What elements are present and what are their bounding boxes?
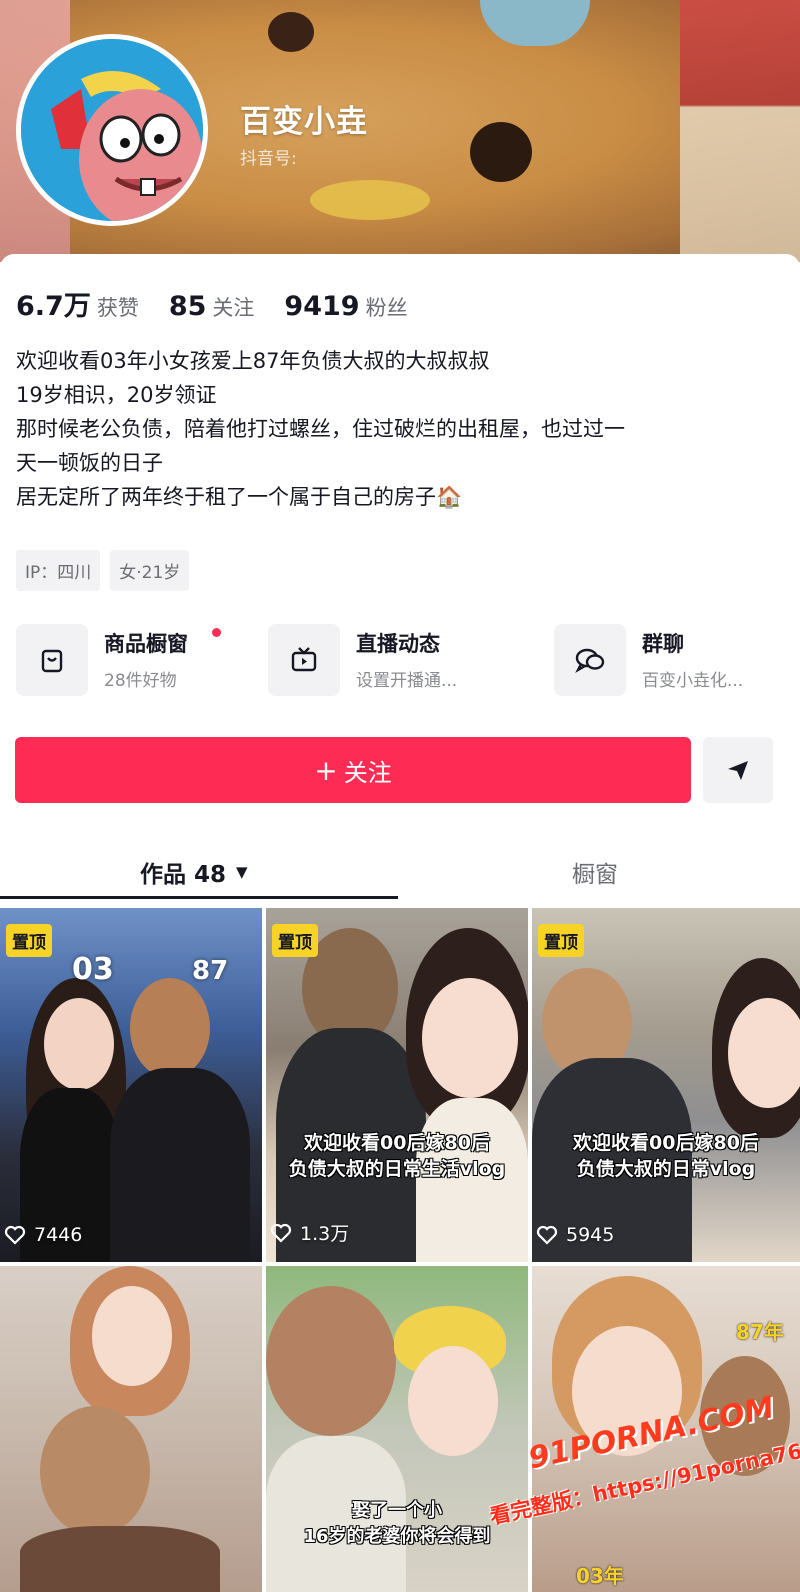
overlay-year-bottom: 03年 bbox=[576, 1564, 624, 1588]
caption-line: 负债大叔的日常vlog bbox=[576, 1158, 756, 1180]
likes-count: 1.3万 bbox=[300, 1223, 350, 1245]
caption-line: 欢迎收看00后嫁80后 bbox=[304, 1132, 490, 1154]
avatar[interactable] bbox=[16, 34, 208, 226]
tab-works[interactable]: 作品 48 ▼ bbox=[140, 844, 248, 900]
active-tab-indicator bbox=[0, 896, 398, 899]
video-caption: 欢迎收看00后嫁80后 负债大叔的日常vlog bbox=[532, 1130, 800, 1182]
profile-bio: 欢迎收看03年小女孩爱上87年负债大叔的大叔叔叔 19岁相识，20岁领证 那时候… bbox=[16, 344, 786, 514]
figure-body bbox=[20, 1526, 220, 1592]
overlay-year-right: 87 bbox=[192, 956, 229, 986]
figure-face bbox=[130, 978, 210, 1078]
likes-count: 5945 bbox=[566, 1224, 615, 1246]
tab-showcase[interactable]: 橱窗 bbox=[572, 844, 618, 900]
caption-line: 16岁的老婆你将会得到 bbox=[303, 1526, 491, 1547]
service-subtitle: 设置开播通... bbox=[356, 671, 458, 691]
service-live-updates[interactable]: 直播动态 设置开播通... bbox=[268, 620, 528, 700]
notification-dot bbox=[212, 628, 221, 637]
follow-label: 关注 bbox=[343, 758, 392, 787]
profile-stats: 6.7万 获赞 85 关注 9419 粉丝 bbox=[16, 284, 438, 323]
followers-label[interactable]: 粉丝 bbox=[366, 292, 408, 322]
caption-line: 负债大叔的日常生活vlog bbox=[288, 1158, 506, 1180]
content-tabs: 作品 48 ▼ 橱窗 bbox=[0, 844, 800, 900]
bio-line: 19岁相识，20岁领证 bbox=[16, 383, 217, 407]
service-subtitle: 28件好物 bbox=[104, 671, 177, 691]
likes-indicator: 7446 bbox=[4, 1224, 82, 1246]
figure-face bbox=[44, 998, 114, 1090]
share-button[interactable] bbox=[703, 737, 773, 803]
service-title: 直播动态 bbox=[356, 632, 440, 656]
caret-down-icon: ▼ bbox=[236, 863, 248, 881]
video-tile[interactable] bbox=[0, 1266, 262, 1592]
douyin-id-label[interactable]: 抖音号: bbox=[240, 144, 297, 169]
bio-line: 那时候老公负债，陪着他打过螺丝，住过破烂的出租屋，也过过一 bbox=[16, 417, 625, 441]
video-tile[interactable]: 置顶 欢迎收看00后嫁80后 负债大叔的日常生活vlog 1.3万 bbox=[266, 908, 528, 1262]
service-group-chat[interactable]: 群聊 百变小垚化... bbox=[554, 620, 790, 700]
banner-plush-nose bbox=[480, 0, 590, 46]
likes-label[interactable]: 获赞 bbox=[97, 292, 139, 322]
bio-line: 天一顿饭的日子 bbox=[16, 451, 163, 475]
following-label[interactable]: 关注 bbox=[212, 292, 254, 322]
bio-line: 欢迎收看03年小女孩爱上87年负债大叔的大叔叔叔 bbox=[16, 349, 490, 373]
shop-bag-icon bbox=[16, 624, 88, 696]
caption-line: 欢迎收看00后嫁80后 bbox=[573, 1132, 759, 1154]
likes-indicator: 5945 bbox=[536, 1224, 614, 1246]
video-tile[interactable]: 置顶 03 87 7446 bbox=[0, 908, 262, 1262]
video-caption: 欢迎收看00后嫁80后 负债大叔的日常生活vlog bbox=[266, 1130, 528, 1182]
gender-age-tag: 女·21岁 bbox=[110, 550, 190, 591]
chat-bubbles-icon bbox=[554, 624, 626, 696]
figure-face bbox=[40, 1406, 150, 1536]
heart-icon bbox=[4, 1225, 26, 1245]
figure-face bbox=[92, 1286, 172, 1386]
likes-indicator: 1.3万 bbox=[270, 1219, 349, 1246]
banner-wall-right bbox=[680, 0, 800, 262]
following-count[interactable]: 85 bbox=[169, 291, 207, 322]
banner-plush-hole bbox=[470, 122, 532, 182]
banner-plush-eye bbox=[268, 12, 314, 52]
overlay-year-left: 03 bbox=[72, 952, 114, 987]
video-tile[interactable]: 置顶 欢迎收看00后嫁80后 负债大叔的日常vlog 5945 bbox=[532, 908, 800, 1262]
pinned-badge: 置顶 bbox=[6, 924, 52, 957]
heart-icon bbox=[536, 1225, 558, 1245]
followers-count[interactable]: 9419 bbox=[284, 291, 359, 322]
figure-face bbox=[266, 1286, 396, 1436]
profile-tags: IP：四川 女·21岁 bbox=[16, 550, 190, 591]
ip-location-tag: IP：四川 bbox=[16, 550, 101, 591]
pinned-badge: 置顶 bbox=[272, 924, 318, 957]
service-subtitle: 百变小垚化... bbox=[642, 671, 744, 691]
pinned-badge: 置顶 bbox=[538, 924, 584, 957]
tv-icon bbox=[268, 624, 340, 696]
likes-count: 7446 bbox=[34, 1224, 83, 1246]
bio-line: 居无定所了两年终于租了一个属于自己的房子🏠 bbox=[16, 485, 463, 509]
follow-button[interactable]: + 关注 bbox=[15, 737, 691, 803]
service-title: 群聊 bbox=[642, 632, 684, 656]
service-title: 商品橱窗 bbox=[104, 632, 188, 656]
service-shop-window[interactable]: 商品橱窗 28件好物 bbox=[16, 620, 246, 700]
tab-works-label: 作品 48 bbox=[140, 862, 227, 888]
figure-face bbox=[728, 998, 800, 1108]
figure-body bbox=[110, 1068, 250, 1262]
profile-nickname: 百变小垚 bbox=[240, 104, 368, 140]
cartoon-avatar-image bbox=[21, 39, 203, 221]
figure-face bbox=[422, 978, 518, 1098]
heart-icon bbox=[270, 1223, 292, 1243]
send-arrow-icon bbox=[728, 761, 748, 780]
banner-plush-patch bbox=[310, 180, 430, 220]
plus-icon: + bbox=[314, 753, 338, 787]
likes-count[interactable]: 6.7万 bbox=[16, 284, 91, 323]
service-entries: 商品橱窗 28件好物 直播动态 设置开播通... 群聊 百变小垚化... bbox=[16, 620, 790, 700]
